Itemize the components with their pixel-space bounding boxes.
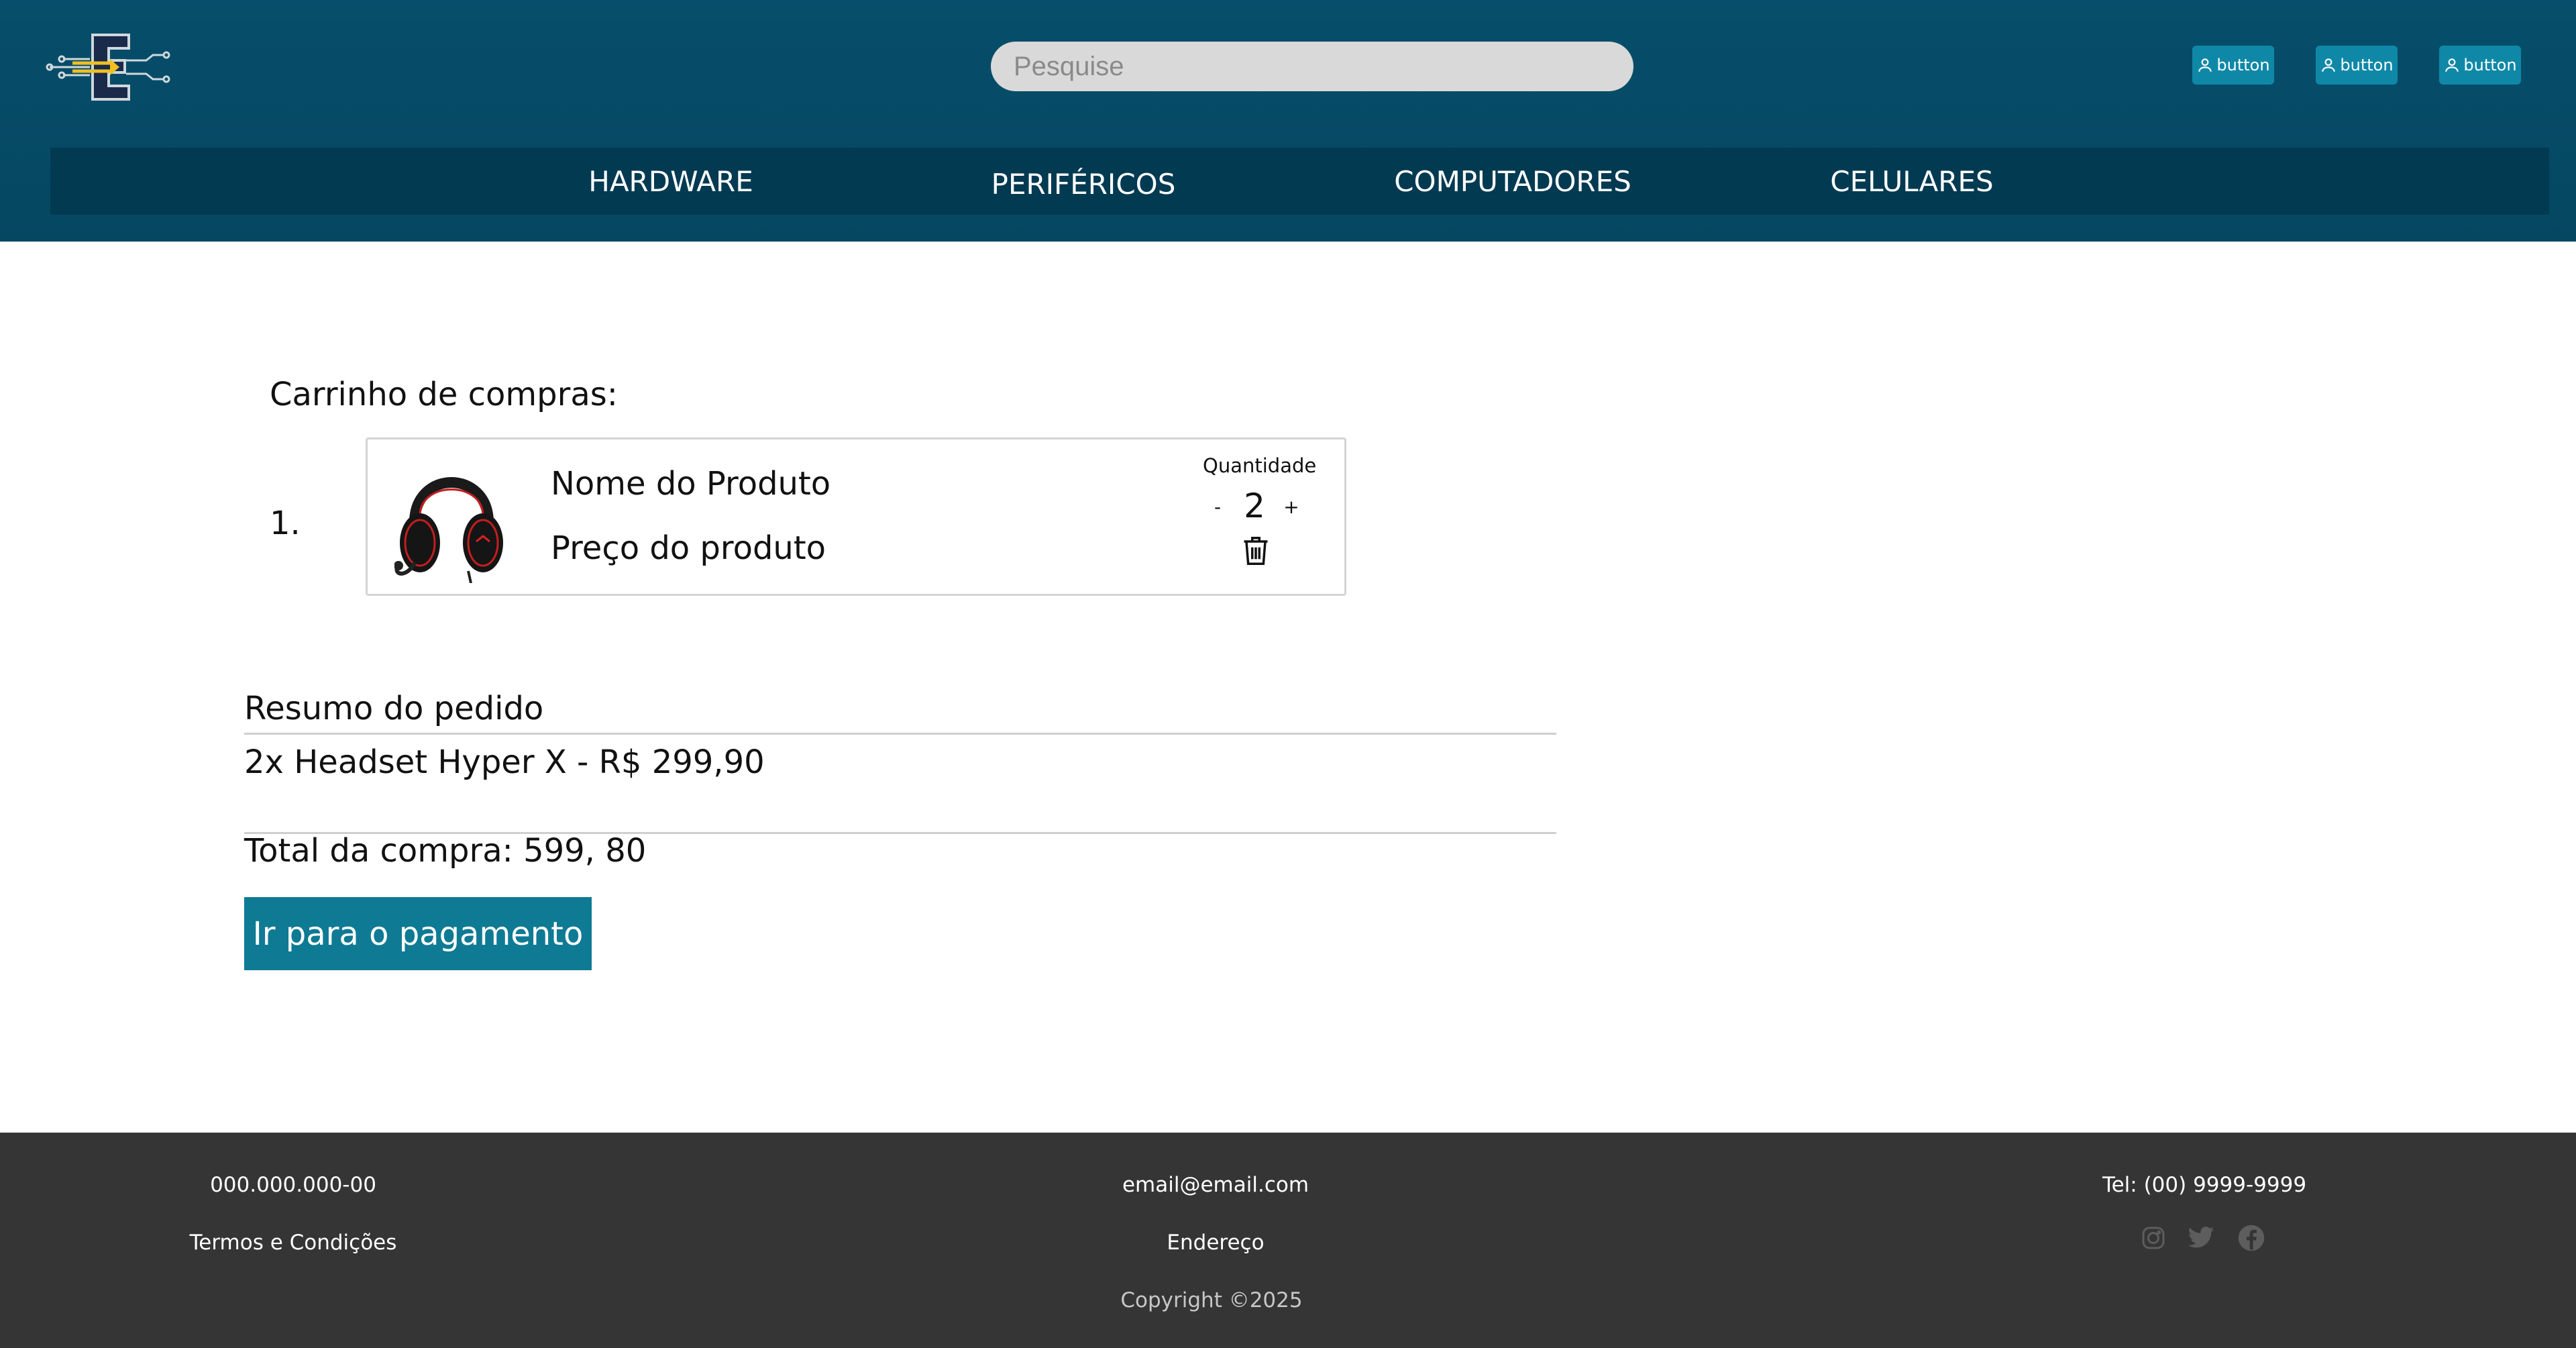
footer-document-number: 000.000.000-00 [210, 1173, 376, 1197]
nav-item-computadores[interactable]: COMPUTADORES [1365, 148, 1660, 215]
facebook-icon[interactable] [2237, 1224, 2265, 1252]
header-button-label: button [2463, 56, 2517, 74]
quantity-label: Quantidade [1203, 454, 1317, 477]
nav-item-hardware[interactable]: HARDWARE [540, 148, 802, 215]
user-icon [2322, 58, 2336, 72]
site-header: button button button HARDWARE PERIFÉRICO… [0, 0, 2576, 242]
header-button-label: button [2216, 56, 2270, 74]
footer-phone: Tel: (00) 9999-9999 [2102, 1173, 2307, 1197]
order-total: Total da compra: 599, 80 [244, 832, 647, 870]
search-input[interactable] [991, 42, 1633, 91]
go-to-payment-button[interactable]: Ir para o pagamento [244, 897, 592, 970]
summary-divider [244, 733, 1556, 735]
header-button-2[interactable]: button [2316, 46, 2398, 85]
header-button-3[interactable]: button [2439, 46, 2521, 85]
user-icon [2445, 58, 2459, 72]
circuit-letter-e-logo[interactable] [46, 32, 174, 102]
quantity-value: 2 [1244, 486, 1265, 525]
footer-terms-link[interactable]: Termos e Condições [190, 1231, 397, 1255]
site-footer: 000.000.000-00 Termos e Condições email@… [0, 1133, 2576, 1348]
product-name[interactable]: Nome do Produto [551, 465, 830, 503]
cart-item-index: 1. [270, 505, 301, 542]
order-summary-line: 2x Headset Hyper X - R$ 299,90 [244, 743, 765, 781]
nav-item-celulares[interactable]: CELULARES [1781, 148, 2043, 215]
cart-item-card: Nome do Produto Preço do produto Quantid… [366, 437, 1346, 596]
cart-title: Carrinho de compras: [270, 376, 618, 413]
twitter-icon[interactable] [2187, 1224, 2215, 1252]
headset-icon [394, 477, 503, 583]
header-button-label: button [2340, 56, 2394, 74]
quantity-increment-button[interactable]: + [1280, 493, 1303, 520]
header-button-1[interactable]: button [2192, 46, 2274, 85]
quantity-decrement-button[interactable]: - [1206, 493, 1229, 520]
trash-icon[interactable] [1242, 535, 1270, 566]
category-nav: HARDWARE PERIFÉRICOS COMPUTADORES CELULA… [50, 148, 2549, 215]
order-summary-title: Resumo do pedido [244, 690, 544, 727]
footer-email[interactable]: email@email.com [1122, 1173, 1309, 1197]
nav-item-perifericos[interactable]: PERIFÉRICOS [953, 150, 1214, 217]
instagram-icon[interactable] [2141, 1226, 2165, 1250]
product-price: Preço do produto [551, 529, 826, 567]
footer-copyright: Copyright ©2025 [1120, 1288, 1303, 1312]
user-icon [2198, 58, 2212, 72]
footer-address: Endereço [1167, 1231, 1265, 1255]
